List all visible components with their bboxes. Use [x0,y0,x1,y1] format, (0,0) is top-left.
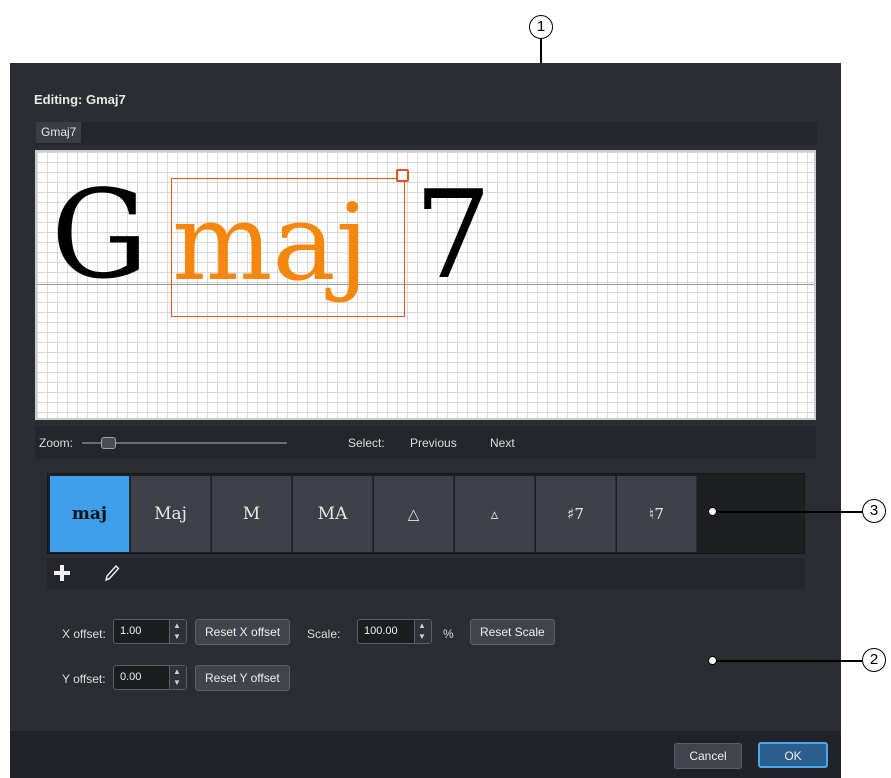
scale-handle[interactable] [396,169,409,182]
suffix-palette: maj Maj M MA △ ▵ ♯7 ♮7 [47,473,805,554]
chevron-down-icon[interactable]: ▼ [173,679,181,687]
suffix-option-sharp7[interactable]: ♯7 [536,476,616,552]
scale-label: Scale: [307,627,341,641]
chevron-down-icon[interactable]: ▼ [173,633,181,641]
callout-2: 2 [862,648,886,672]
suffix-tools-bar [47,558,805,589]
suffix-option-triangle[interactable]: △ [374,476,454,552]
suffix-option-MA[interactable]: MA [293,476,373,552]
chord-extension-glyph[interactable]: 7 [414,174,492,296]
previous-button[interactable]: Previous [410,436,457,450]
callout-2-line [716,660,862,662]
x-offset-field[interactable]: 1.00 ▲ ▼ [113,619,187,644]
tab-gmaj7[interactable]: Gmaj7 [36,122,82,143]
dialog-title: Editing: Gmaj7 [34,92,126,107]
chevron-down-icon[interactable]: ▼ [418,633,426,641]
x-offset-stepper[interactable]: ▲ ▼ [169,620,186,643]
callout-3-line [716,511,862,513]
y-offset-label: Y offset: [62,672,106,686]
suffix-option-natural7[interactable]: ♮7 [617,476,697,552]
selection-box[interactable] [171,178,405,317]
zoom-bar: Zoom: Select: Previous Next [35,426,816,459]
pencil-icon[interactable] [103,563,121,583]
reset-scale-button[interactable]: Reset Scale [470,619,555,645]
chord-editor-canvas[interactable]: G maj 7 [35,150,816,420]
cancel-button[interactable]: Cancel [674,743,742,769]
scale-value: 100.00 [364,625,398,637]
suffix-option-small-triangle[interactable]: ▵ [455,476,535,552]
edit-chord-suffix-dialog: Editing: Gmaj7 Gmaj7 G maj 7 Zoom: Selec… [10,63,841,778]
y-offset-stepper[interactable]: ▲ ▼ [169,666,186,689]
scale-unit: % [443,627,454,641]
zoom-label: Zoom: [39,436,74,450]
y-offset-field[interactable]: 0.00 ▲ ▼ [113,665,187,690]
callout-1: 1 [529,15,553,39]
dialog-footer: Cancel OK [10,731,841,778]
chord-root-glyph[interactable]: G [51,174,148,296]
suffix-option-M[interactable]: M [212,476,292,552]
chevron-up-icon[interactable]: ▲ [418,622,426,630]
next-button[interactable]: Next [490,436,515,450]
x-offset-value: 1.00 [120,625,142,637]
chevron-up-icon[interactable]: ▲ [173,622,181,630]
suffix-option-maj[interactable]: maj [50,476,130,552]
reset-y-offset-button[interactable]: Reset Y offset [195,665,290,691]
suffix-option-Maj[interactable]: Maj [131,476,211,552]
x-offset-label: X offset: [62,627,106,641]
select-label: Select: [348,436,385,450]
y-offset-value: 0.00 [120,671,142,683]
ok-button[interactable]: OK [758,742,828,768]
zoom-slider-thumb[interactable] [101,437,117,449]
reset-x-offset-button[interactable]: Reset X offset [195,619,291,645]
scale-stepper[interactable]: ▲ ▼ [414,620,431,643]
chevron-up-icon[interactable]: ▲ [173,668,181,676]
plus-icon[interactable] [53,564,71,582]
tab-bar [36,122,817,145]
scale-field[interactable]: 100.00 ▲ ▼ [357,619,432,644]
callout-3: 3 [862,499,886,523]
